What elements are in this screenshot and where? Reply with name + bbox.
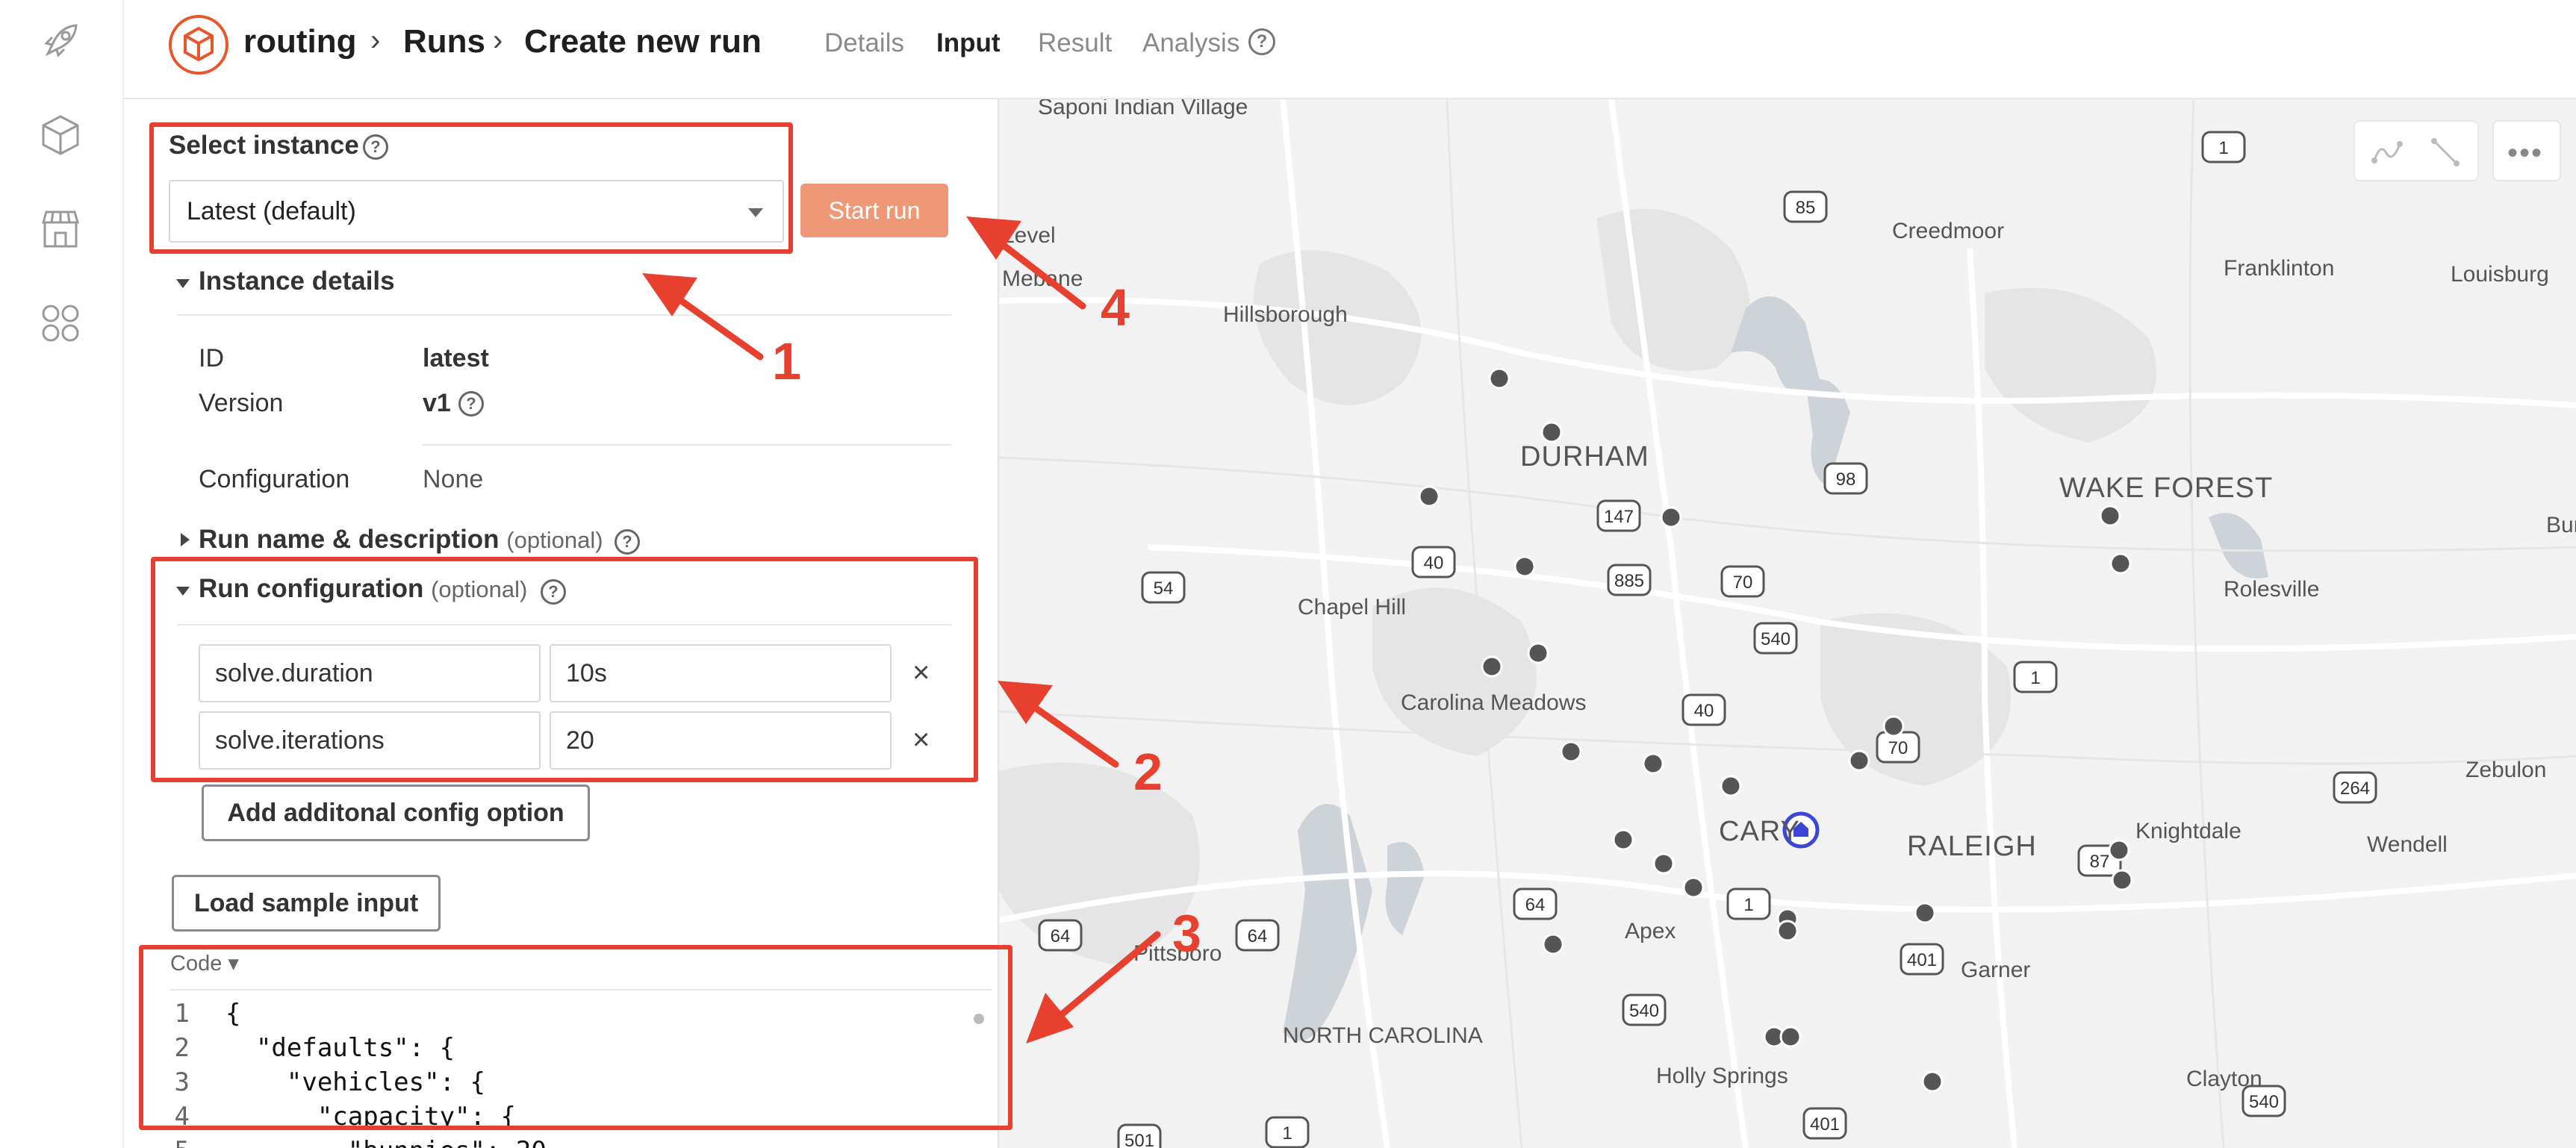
- app-root: routing › Runs › Create new run Details …: [0, 0, 2576, 1148]
- annotation-arrows: [642, 216, 1161, 1044]
- annotation-number: 3: [1172, 904, 1201, 962]
- annotation-number: 1: [772, 332, 801, 390]
- annotation-number: 2: [1133, 743, 1163, 801]
- annotation-number: 4: [1101, 278, 1130, 337]
